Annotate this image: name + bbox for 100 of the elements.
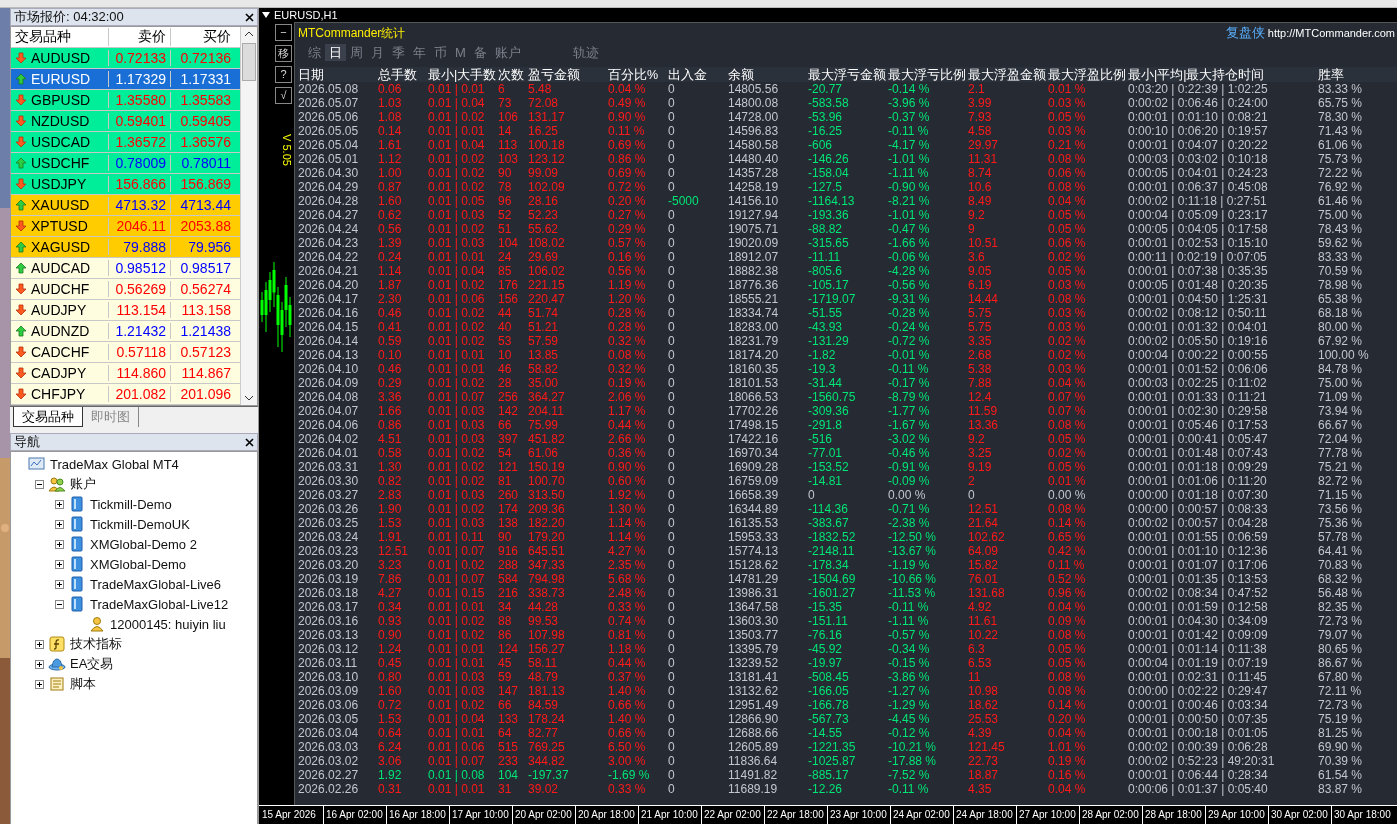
expand-icon[interactable] — [35, 639, 44, 649]
table-cell-text: 10.6 — [968, 180, 993, 194]
tab[interactable]: 年 — [409, 43, 430, 61]
toolbar-button[interactable]: 移 — [275, 45, 292, 62]
table-cell-text: 16344.89 — [728, 502, 780, 516]
table-cell-text: 88 — [498, 614, 513, 628]
table-cell-text: 19127.94 — [728, 208, 780, 222]
table-cell-text: 24 — [498, 250, 513, 264]
quote-row[interactable]: AUDCAD 0.98512 0.98517 — [11, 258, 240, 279]
expand-icon[interactable] — [35, 679, 44, 689]
server-icon — [68, 596, 86, 612]
tree-item[interactable]: 12000145: huiyin liu — [110, 616, 226, 632]
table-cell-text: 0.16 % — [1048, 768, 1087, 782]
tree-item[interactable]: Tickmill-Demo — [90, 496, 172, 512]
quote-row[interactable]: XPTUSD 2046.11 2053.88 — [11, 216, 240, 237]
table-cell-text: 0:00:01 | 0:01:48 | 0:07:43 — [1128, 446, 1269, 460]
table-cell-text: 79.07 % — [1318, 628, 1364, 642]
expand-icon[interactable] — [55, 539, 64, 549]
table-cell-text: 0 — [668, 726, 676, 740]
table-cell-text: 2026.03.23 — [298, 544, 360, 558]
quote-row[interactable]: AUDCHF 0.56269 0.56274 — [11, 279, 240, 300]
table-cell-text: -4.17 % — [888, 138, 931, 152]
tab[interactable]: 日 — [325, 43, 346, 61]
column-header[interactable]: 卖价 — [108, 28, 170, 46]
expand-icon[interactable] — [35, 659, 44, 669]
tree-item[interactable]: TradeMaxGlobal-Live12 — [90, 596, 229, 612]
expand-icon[interactable] — [55, 499, 64, 509]
collapse-icon[interactable] — [55, 599, 64, 609]
toolbar-button[interactable]: √ — [275, 87, 292, 104]
table-cell-text: 0 — [668, 110, 676, 124]
quote-row[interactable]: CADCHF 0.57118 0.57123 — [11, 342, 240, 363]
tree-item[interactable]: TradeMax Global MT4 — [50, 456, 179, 472]
ask-price: 1.21438 — [170, 323, 235, 339]
tab[interactable]: 备 — [469, 43, 491, 61]
tab[interactable]: 综 — [304, 43, 325, 61]
toolbar-button[interactable]: − — [275, 24, 292, 41]
tree-item[interactable]: 账户 — [70, 475, 96, 493]
panel-title: 导航 — [14, 433, 40, 451]
close-icon[interactable] — [245, 437, 254, 447]
expand-icon[interactable] — [55, 579, 64, 589]
tree-item[interactable]: 脚本 — [70, 675, 96, 693]
tab[interactable]: 月 — [367, 43, 388, 61]
close-icon[interactable] — [245, 12, 254, 22]
quote-row[interactable]: XAGUSD 79.888 79.956 — [11, 237, 240, 258]
table-cell-text: 0:00:01 | 0:02:31 | 0:11:45 — [1128, 670, 1268, 684]
toolbar-button[interactable]: ? — [275, 66, 292, 83]
quote-row[interactable]: AUDUSD 0.72133 0.72136 — [11, 48, 240, 69]
table-cell-text: -0.90 % — [888, 180, 931, 194]
quote-row[interactable]: GBPUSD 1.35580 1.35583 — [11, 90, 240, 111]
tree-item[interactable]: 技术指标 — [70, 635, 122, 653]
hat-icon — [48, 656, 66, 672]
table-cell-text: -0.15 % — [888, 656, 931, 670]
scroll-thumb[interactable] — [242, 43, 256, 81]
table-cell-text: -1719.07 — [808, 292, 857, 306]
column-header[interactable]: 买价 — [170, 28, 235, 46]
tab[interactable]: M — [451, 43, 470, 61]
tree-item[interactable]: XMGlobal-Demo 2 — [90, 536, 197, 552]
quote-row[interactable]: CHFJPY 201.082 201.096 — [11, 384, 240, 405]
expand-icon[interactable] — [55, 519, 64, 529]
table-cell-text: 0.21 % — [1048, 138, 1087, 152]
table-cell-text: 174 — [498, 502, 520, 516]
quote-row[interactable]: AUDNZD 1.21432 1.21438 — [11, 321, 240, 342]
website-link[interactable]: http://MTCommander.com — [1267, 27, 1395, 39]
table-cell-text: 916 — [498, 544, 520, 558]
dropdown-icon[interactable] — [262, 12, 270, 18]
tree-item[interactable]: TradeMaxGlobal-Live6 — [90, 576, 222, 592]
quote-row[interactable]: CADJPY 114.860 114.867 — [11, 363, 240, 384]
quote-row[interactable]: USDCHF 0.78009 0.78011 — [11, 153, 240, 174]
tab[interactable]: 轨迹 — [568, 43, 603, 61]
user-icon — [88, 616, 106, 632]
symbol-name: AUDJPY — [31, 302, 87, 318]
tab[interactable]: 季 — [388, 43, 409, 61]
table-cell-text: -11.53 % — [888, 586, 937, 600]
quote-row[interactable]: EURUSD 1.17329 1.17331 — [11, 69, 240, 90]
tab[interactable]: 交易品种 — [13, 407, 83, 427]
column-header[interactable]: 交易品种 — [11, 28, 108, 46]
table-cell-text: 64.09 — [968, 544, 1000, 558]
quote-row[interactable]: AUDJPY 113.154 113.158 — [11, 300, 240, 321]
table-cell-text: 106 — [498, 110, 520, 124]
table-cell-text: 14357.28 — [728, 166, 780, 180]
tab[interactable]: 账户 — [490, 43, 525, 61]
quote-row[interactable]: USDJPY 156.866 156.869 — [11, 174, 240, 195]
tree-item[interactable]: XMGlobal-Demo — [90, 556, 187, 572]
tree-item[interactable]: EA交易 — [70, 655, 114, 673]
tree-item[interactable]: Tickmill-DemoUK — [90, 516, 190, 532]
quote-row[interactable]: NZDUSD 0.59401 0.59405 — [11, 111, 240, 132]
table-cell-text: 0:00:01 | 0:02:30 | 0:29:58 — [1128, 404, 1269, 418]
table-cell-text: 16909.28 — [728, 460, 780, 474]
tab[interactable]: 周 — [346, 43, 367, 61]
table-cell-text: 0:00:01 | 0:04:30 | 0:34:09 — [1128, 614, 1269, 628]
quote-row[interactable]: USDCAD 1.36572 1.36576 — [11, 132, 240, 153]
table-cell-text: 0.05 % — [1048, 642, 1087, 656]
expand-icon[interactable] — [55, 559, 64, 569]
scrollbar[interactable] — [240, 27, 257, 405]
table-cell-text: 0.01 | 0.02 — [428, 278, 486, 292]
tab[interactable]: 币 — [430, 43, 451, 61]
table-cell-text: 3.00 % — [608, 754, 647, 768]
quote-row[interactable]: XAUUSD 4713.32 4713.44 — [11, 195, 240, 216]
collapse-icon[interactable] — [35, 479, 44, 489]
table-cell-text: 0.05 % — [1048, 110, 1087, 124]
